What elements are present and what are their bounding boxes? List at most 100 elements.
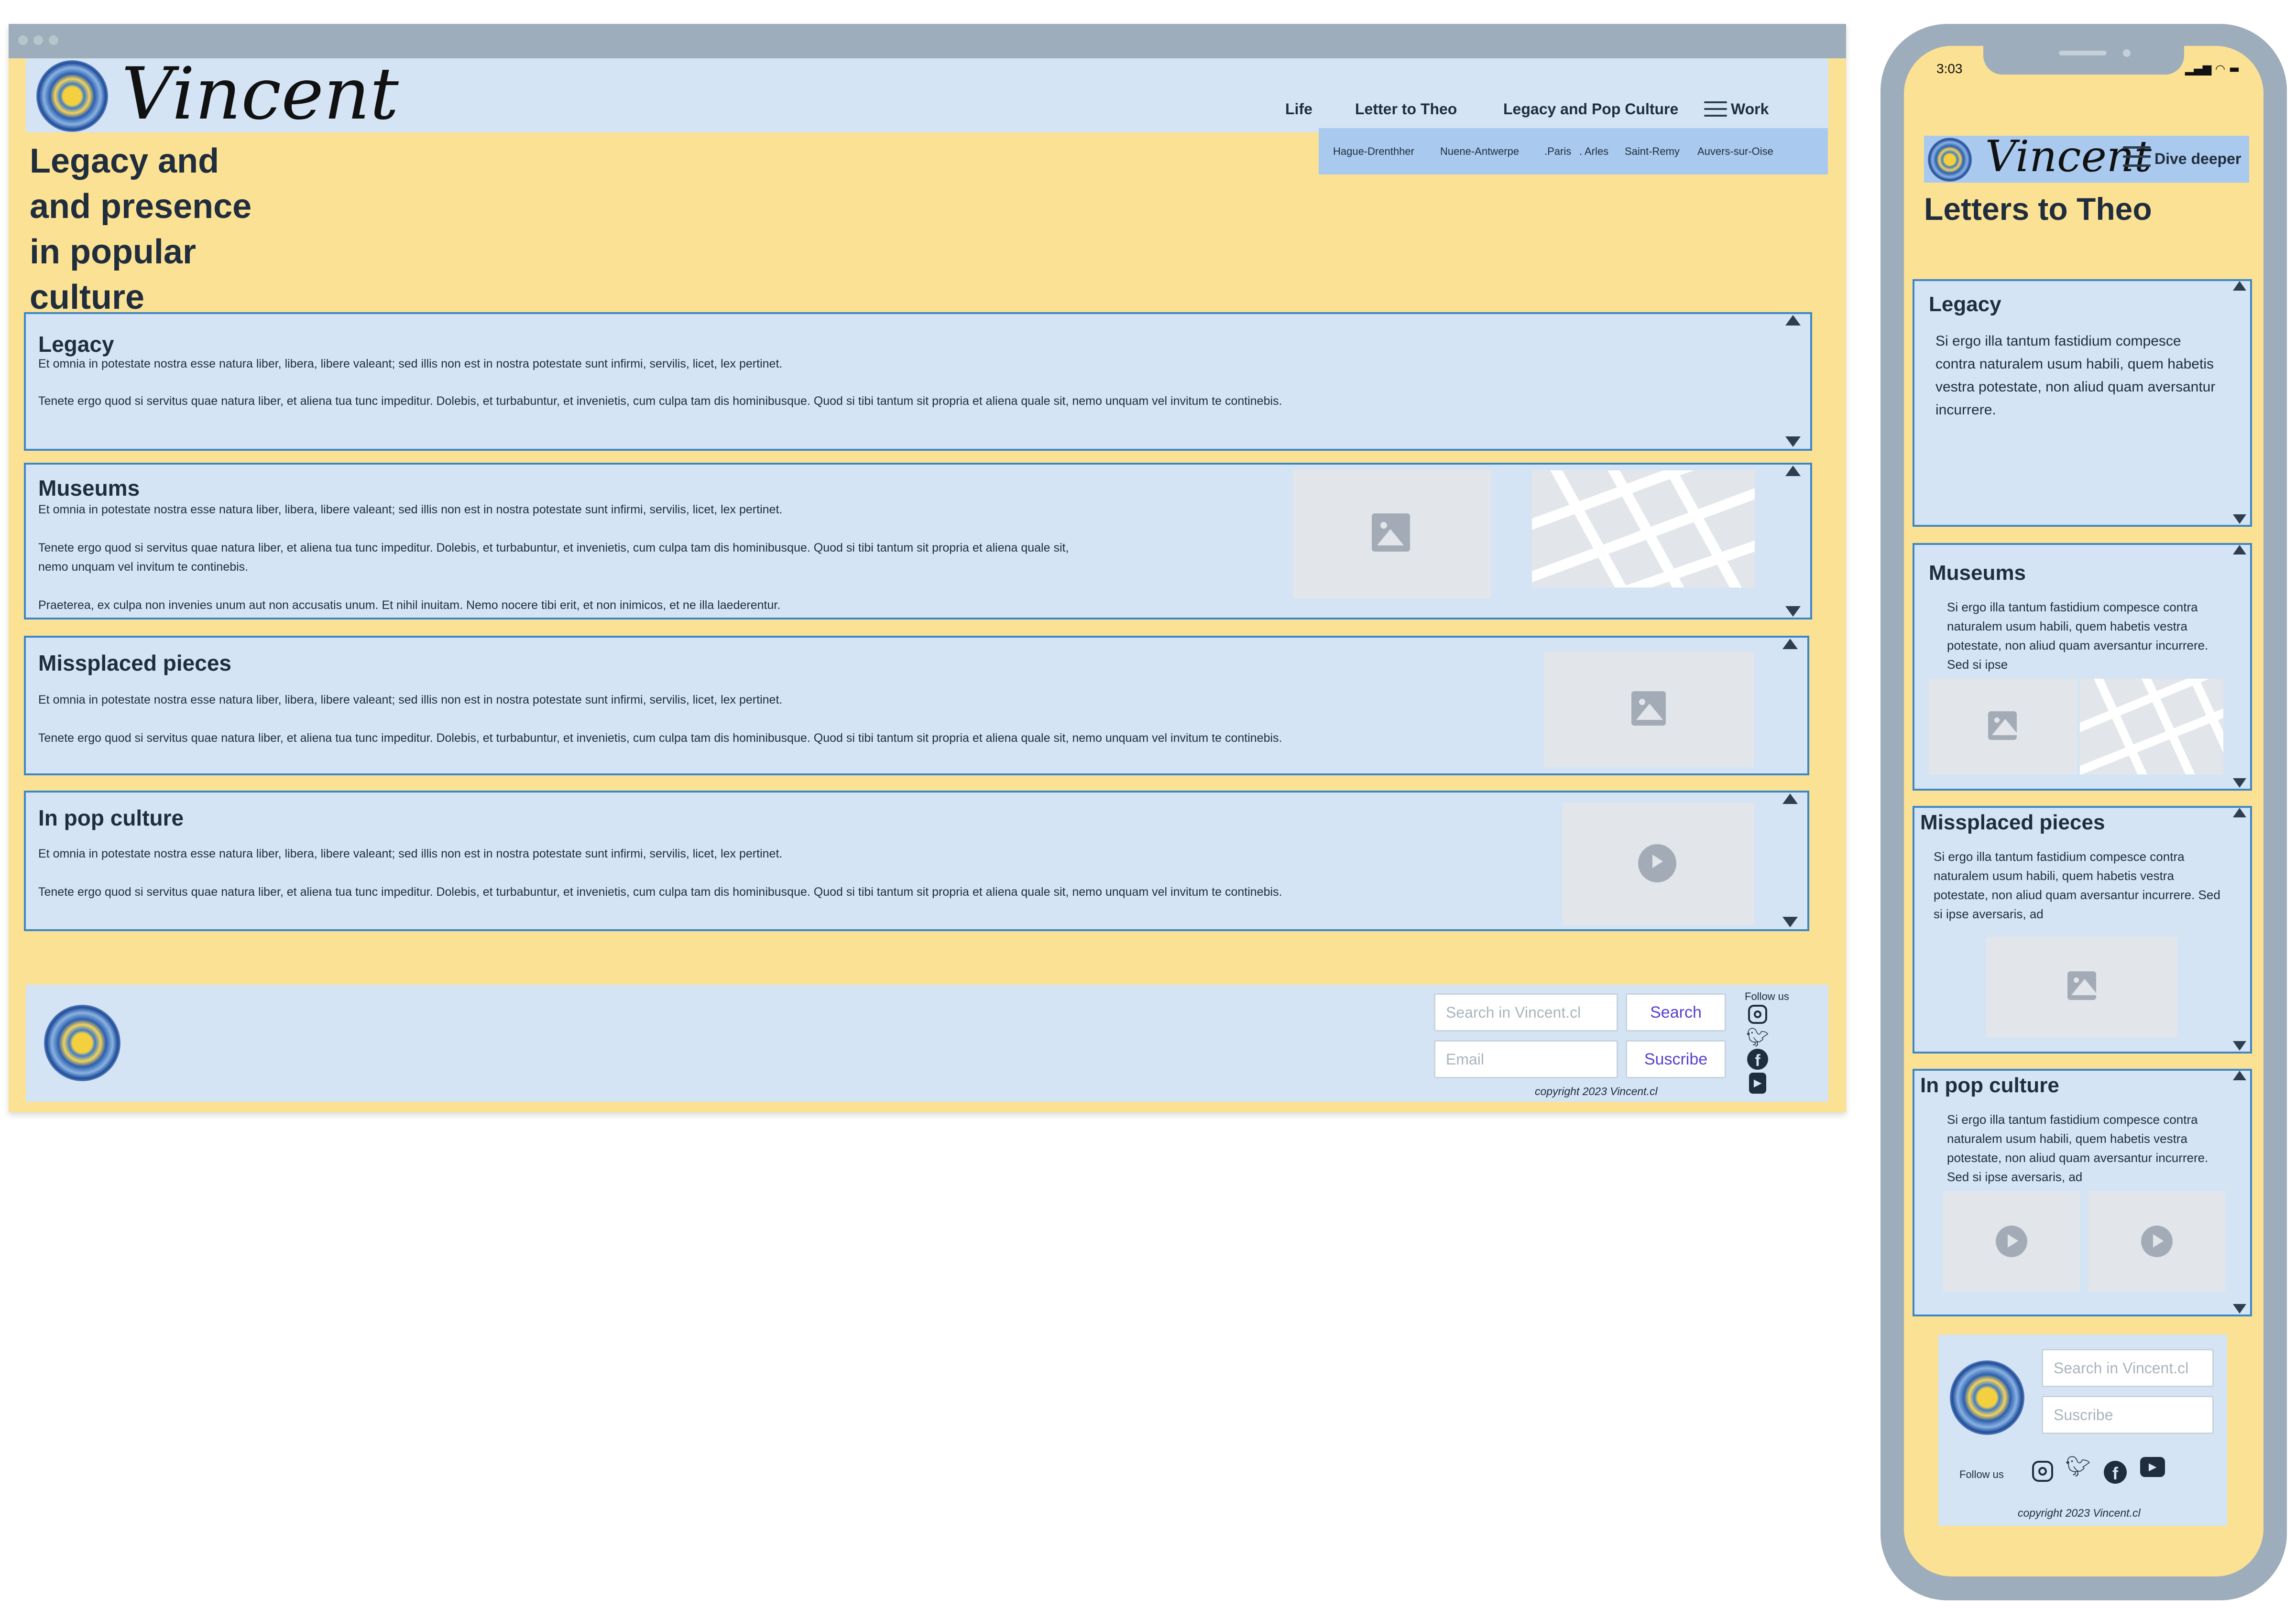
expand-arrow-icon[interactable] [2233,1304,2246,1314]
collapse-arrow-icon[interactable] [1782,639,1798,649]
twitter-icon[interactable]: 🐦︎ [2065,1455,2091,1478]
section-paragraph: Tenete ergo quod si servitus quae natura… [38,731,1282,745]
window-dot[interactable] [18,35,28,45]
collapse-arrow-icon[interactable] [2233,281,2246,291]
section-text: Si ergo illa tantum fastidium compesce c… [1935,333,2216,418]
subnav-item[interactable]: Saint-Remy [1625,145,1680,158]
nav-letter-to-theo[interactable]: Letter to Theo [1355,100,1457,118]
section-text: Si ergo illa tantum fastidium compesce c… [1947,600,2209,672]
status-time: 3:03 [1936,61,1963,76]
logo-icon[interactable] [1928,138,1972,182]
follow-us-label: Follow us [1959,1468,2004,1480]
follow-us-label: Follow us [1745,990,1789,1002]
window-dot[interactable] [49,35,58,45]
image-placeholder-icon [1988,711,2019,740]
museum-image-placeholder[interactable] [1293,469,1491,598]
subscribe-button[interactable]: Suscribe [1626,1040,1726,1078]
desktop-window: Vincent Life Letter to Theo Legacy and P… [9,24,1846,1112]
expand-arrow-icon[interactable] [2233,778,2246,788]
image-placeholder[interactable] [1544,652,1754,767]
subscribe-field[interactable]: Suscribe [2042,1396,2214,1434]
section-museums: Museums Si ergo illa tantum fastidium co… [1913,543,2252,791]
image-placeholder[interactable] [1986,937,2177,1037]
section-legacy: Legacy Si ergo illa tantum fastidium com… [1913,279,2252,527]
section-paragraph: Tenete ergo quod si servitus quae natura… [38,885,1282,899]
image-placeholder-icon [1631,691,1666,726]
page-title: Letters to Theo [1924,191,2152,227]
phone-screen: 3:03 ▂▄▆ ◠ ▬ Vincent Dive deeper Letters… [1904,46,2263,1576]
section-paragraph: Praeterea, ex culpa non invenies unum au… [38,598,781,612]
search-input[interactable]: Search in Vincent.cl [1434,993,1618,1032]
section-paragraph: Et omnia in potestate nostra esse natura… [38,357,783,370]
section-title: In pop culture [1920,1074,2059,1097]
instagram-icon[interactable] [2032,1461,2053,1482]
subnav-item[interactable]: Hague-Drenthher [1333,145,1414,158]
twitter-icon[interactable]: 🐦︎ [1745,1027,1770,1048]
phone-speaker [2059,51,2107,55]
search-button[interactable]: Search [1626,993,1726,1032]
map-icon[interactable] [2080,679,2223,774]
collapse-arrow-icon[interactable] [1782,793,1798,804]
section-paragraph: Et omnia in potestate nostra esse natura… [38,503,783,516]
hamburger-menu-icon[interactable] [2123,146,2151,167]
phone-notch [1983,46,2184,75]
status-icons: ▂▄▆ ◠ ▬ [2185,62,2240,76]
nav-work[interactable]: Work [1731,100,1769,118]
mobile-footer: Search in Vincent.cl Suscribe Follow us … [1938,1335,2227,1526]
play-icon[interactable] [1996,1226,2027,1257]
image-placeholder-icon [2067,971,2099,1000]
section-missplaced-pieces: Missplaced pieces Si ergo illa tantum fa… [1913,806,2252,1054]
video-placeholder[interactable] [1943,1191,2080,1292]
collapse-arrow-icon[interactable] [2233,1071,2246,1080]
phone-camera [2123,49,2131,57]
search-input[interactable]: Search in Vincent.cl [2042,1349,2214,1387]
site-header: Vincent Life Letter to Theo Legacy and P… [26,54,1828,135]
email-field[interactable]: Email [1434,1040,1618,1078]
expand-arrow-icon[interactable] [1782,917,1798,927]
museum-image-placeholder[interactable] [1929,679,2077,774]
footer-logo-icon[interactable] [1950,1360,2024,1435]
page-title: Legacy and and presence in popular cultu… [30,142,252,316]
collapse-arrow-icon[interactable] [1785,466,1801,476]
collapse-arrow-icon[interactable] [2233,545,2246,554]
collapse-arrow-icon[interactable] [1785,315,1801,326]
facebook-icon[interactable]: f [2104,1461,2127,1484]
footer-logo-icon[interactable] [44,1005,120,1081]
expand-arrow-icon[interactable] [1785,436,1801,447]
nav-legacy-pop-culture[interactable]: Legacy and Pop Culture [1503,100,1678,118]
hamburger-menu-icon[interactable] [1704,101,1727,117]
instagram-icon[interactable] [1748,1005,1767,1024]
mobile-header: Vincent Dive deeper [1924,132,2249,183]
subnav-item[interactable]: .Paris [1544,145,1571,158]
site-wordmark[interactable]: Vincent [121,54,399,135]
dive-deeper-button[interactable]: Dive deeper [2154,150,2241,168]
youtube-icon[interactable]: ▶ [2140,1457,2165,1477]
play-icon[interactable] [2141,1226,2173,1257]
collapse-arrow-icon[interactable] [2233,808,2246,817]
window-dot[interactable] [33,35,43,45]
expand-arrow-icon[interactable] [1785,606,1801,617]
section-museums: Museums Et omnia in potestate nostra ess… [24,463,1812,619]
video-placeholder[interactable] [2088,1191,2225,1292]
copyright: copyright 2023 Vincent.cl [2018,1507,2141,1519]
nav-life[interactable]: Life [1285,100,1312,118]
expand-arrow-icon[interactable] [2233,514,2246,524]
youtube-icon[interactable]: ▶ [1749,1073,1766,1094]
section-title: Museums [1929,561,2026,585]
video-placeholder[interactable] [1563,803,1754,925]
logo-icon[interactable] [36,60,108,132]
map-icon[interactable] [1532,470,1755,587]
section-title: Missplaced pieces [1920,811,2105,834]
subnav-item[interactable]: Auvers-sur-Oise [1697,145,1773,158]
facebook-icon[interactable]: f [1747,1049,1768,1070]
play-icon[interactable] [1638,844,1676,882]
section-text: Si ergo illa tantum fastidium compesce c… [1947,1112,2209,1184]
expand-arrow-icon[interactable] [2233,1041,2246,1051]
section-legacy: Legacy Et omnia in potestate nostra esse… [24,312,1812,451]
subnav-item[interactable]: Nuene-Antwerpe [1440,145,1519,158]
section-title: In pop culture [38,805,184,830]
image-placeholder-icon [1372,513,1410,552]
copyright: copyright 2023 Vincent.cl [1535,1085,1658,1097]
subnav-item[interactable]: . Arles [1579,145,1608,158]
section-paragraph: Tenete ergo quod si servitus quae natura… [38,394,1282,408]
